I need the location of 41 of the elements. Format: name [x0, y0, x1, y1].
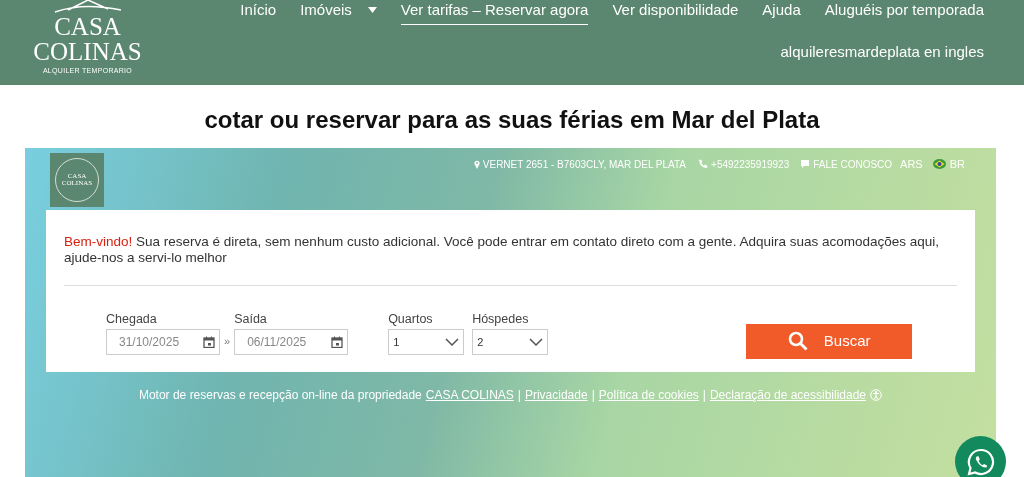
pin-icon [473, 159, 480, 169]
roof-icon [52, 0, 123, 14]
nav-link[interactable]: alquileresmardeplata en ingles [780, 40, 984, 66]
date-field[interactable]: 06/11/2025 [234, 328, 349, 355]
search-button[interactable]: Buscar [746, 323, 913, 359]
nav-link[interactable]: Ver tarifas – Reservar agora [400, 0, 589, 25]
calendar-icon[interactable] [331, 335, 344, 348]
separator-text: | [591, 387, 595, 404]
field-label: Hóspedes [472, 311, 530, 329]
field-label: Quartos [388, 311, 434, 329]
logo-text: COLINAS [33, 39, 142, 64]
chevron-icon[interactable] [529, 337, 544, 346]
caret-icon[interactable] [367, 7, 377, 14]
calendar-icon[interactable] [203, 335, 215, 348]
select-field[interactable]: 2 [472, 328, 549, 355]
nav-link[interactable]: Ver disponibilidade [612, 0, 739, 25]
field-label: Saída [234, 311, 268, 329]
chat-bubble-icon [965, 446, 996, 477]
flag-icon[interactable] [932, 159, 946, 170]
logo-text: CASA [54, 14, 121, 39]
separator-text: | [517, 387, 521, 404]
page-heading: cotar ou reservar para as suas férias em Mar del Plata [203, 105, 821, 135]
welcome-message: Bem-vindo! Sua reserva é direta, sem nenhum custo adicional. Você pode entrar em contato direto com a gente. Adquira suas acomodações aqui, ajude-nos a servi-lo melhor [64, 234, 940, 266]
separator-text: | [702, 387, 706, 404]
whatsapp-button[interactable] [955, 436, 1006, 477]
address-text: VERNET 2651 - B7603CLY, MAR DEL PLATA [482, 157, 687, 172]
nav-link[interactable]: Ajuda [762, 0, 801, 25]
field-label: Chegada [106, 311, 158, 329]
chat-icon [801, 159, 812, 169]
search-icon [787, 331, 808, 352]
nav-link[interactable]: Aluguéis por temporada [824, 0, 984, 25]
phone-number: +5492235919923 [711, 157, 790, 172]
footer-text: Motor de reservas e recepção on-line da propriedade [138, 387, 422, 404]
date-field[interactable]: 31/10/2025 [106, 328, 220, 355]
nav-link[interactable]: Imóveis [300, 0, 377, 25]
chevron-icon[interactable] [445, 337, 460, 346]
phone-icon [698, 159, 709, 170]
select-field[interactable]: 1 [388, 328, 465, 355]
range-separator: » [224, 334, 231, 350]
footer-link[interactable]: CASA COLINAS [425, 386, 514, 404]
nav-link[interactable]: Início [240, 0, 277, 25]
